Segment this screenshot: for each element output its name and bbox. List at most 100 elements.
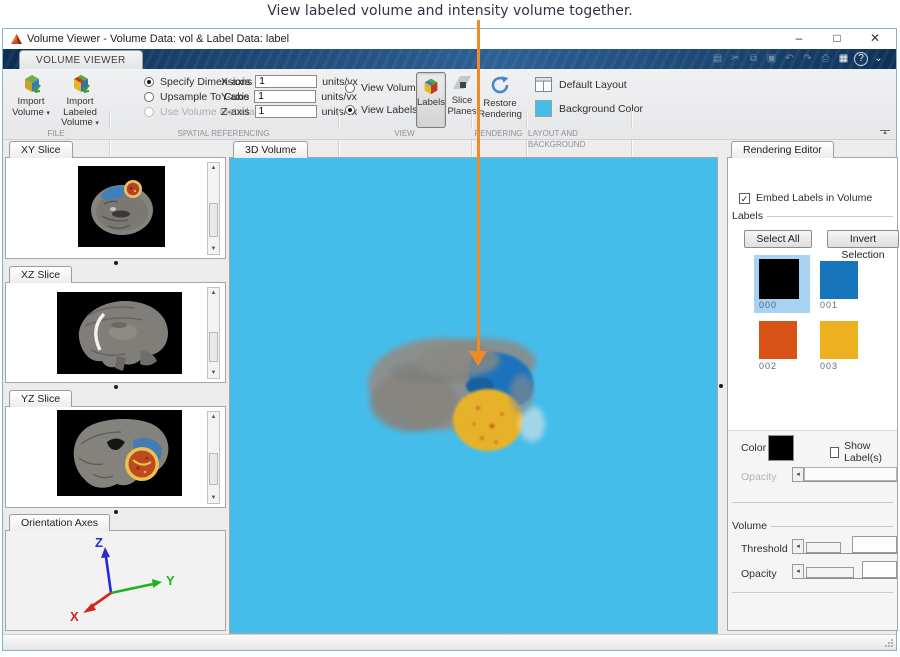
help-icon[interactable]: ? xyxy=(854,52,868,66)
opacity-thumb-low[interactable] xyxy=(806,567,854,578)
color-label: Color xyxy=(741,442,766,454)
z-axis-input[interactable] xyxy=(255,105,317,118)
volume-3d-panel[interactable] xyxy=(229,157,718,634)
qat-dropdown-icon[interactable]: ⌄ xyxy=(871,52,886,66)
tab-yz-slice[interactable]: YZ Slice xyxy=(9,390,72,407)
threshold-thumb-low[interactable] xyxy=(806,542,841,553)
x-axis-input[interactable] xyxy=(255,75,317,88)
window-title: Volume Viewer - Volume Data: vol & Label… xyxy=(27,29,289,49)
import-labeled-label-1: Import Labeled xyxy=(53,97,107,118)
xy-slice-image[interactable] xyxy=(78,166,165,247)
redo-icon[interactable]: ↷ xyxy=(800,52,815,66)
scroll-up-icon[interactable]: ▲ xyxy=(208,163,219,173)
rendering-editor-panel: ✓ Embed Labels in Volume Labels Select A… xyxy=(727,157,898,631)
slider-left-arrow-icon[interactable]: ◂ xyxy=(792,467,804,482)
scroll-up-icon[interactable]: ▲ xyxy=(208,412,219,422)
yz-slice-scrollbar[interactable]: ▲ ▼ xyxy=(207,411,220,504)
label-id-003: 003 xyxy=(820,361,838,371)
save-icon[interactable]: ▤ xyxy=(710,52,725,66)
tab-3d-volume[interactable]: 3D Volume xyxy=(233,141,308,158)
scroll-down-icon[interactable]: ▼ xyxy=(208,493,219,503)
checkbox-checked-icon: ✓ xyxy=(739,193,750,204)
threshold-slider[interactable]: ◂ xyxy=(792,536,897,554)
quick-access-toolbar: ▤ ✂ ⧉ ▣ ↶ ↷ ⎙ ▦ ? ⌄ xyxy=(710,52,886,66)
cut-icon[interactable]: ✂ xyxy=(728,52,743,66)
label-swatch-002[interactable] xyxy=(759,321,797,359)
default-layout-button[interactable]: Default Layout xyxy=(535,77,627,92)
tab-rendering-editor[interactable]: Rendering Editor xyxy=(731,141,834,158)
orientation-axes-figure[interactable] xyxy=(8,533,225,628)
tab-xy-slice[interactable]: XY Slice xyxy=(9,141,73,158)
tab-orientation-axes[interactable]: Orientation Axes xyxy=(9,514,110,531)
splitter-handle[interactable] xyxy=(114,385,118,389)
splitter-handle[interactable] xyxy=(114,261,118,265)
current-color-swatch[interactable] xyxy=(768,435,794,461)
annotation-arrow-line xyxy=(477,20,480,352)
resize-grip[interactable] xyxy=(884,638,893,647)
maximize-button[interactable]: □ xyxy=(818,29,856,49)
y-axis-input[interactable] xyxy=(254,90,316,103)
ribbon: Import Volume ▾ Import Labeled Volume ▾ … xyxy=(3,69,896,128)
dropdown-icon: ▾ xyxy=(46,110,50,117)
embed-labels-checkbox[interactable]: ✓ Embed Labels in Volume xyxy=(739,192,872,204)
radio-view-labels[interactable]: View Labels xyxy=(345,104,417,116)
yz-slice-image[interactable] xyxy=(57,410,182,496)
tab-xz-slice[interactable]: XZ Slice xyxy=(9,266,72,283)
restore-rendering-icon xyxy=(488,73,512,97)
divider xyxy=(732,592,893,593)
slider-left-arrow-icon[interactable]: ◂ xyxy=(792,539,804,554)
show-labels-checkbox[interactable]: Show Label(s) xyxy=(830,440,897,464)
x-axis-label: X-axis xyxy=(221,76,250,88)
threshold-thumb-high[interactable] xyxy=(852,536,897,553)
splitter-handle[interactable] xyxy=(719,384,723,388)
slice-planes-icon xyxy=(450,73,474,94)
copy-icon[interactable]: ⧉ xyxy=(746,52,761,66)
xy-slice-scrollbar[interactable]: ▲ ▼ xyxy=(207,162,220,255)
invert-selection-button[interactable]: Invert Selection xyxy=(827,230,899,248)
print-icon[interactable]: ⎙ xyxy=(818,52,833,66)
background-color-button[interactable]: Background Color xyxy=(535,100,643,117)
volume-opacity-slider[interactable]: ◂ xyxy=(792,561,897,579)
restore-rendering-button[interactable]: Restore Rendering xyxy=(477,73,523,120)
import-labeled-volume-icon xyxy=(68,73,92,95)
labels-toggle-button[interactable]: Labels xyxy=(416,72,446,128)
scroll-down-icon[interactable]: ▼ xyxy=(208,368,219,378)
label-swatch-001[interactable] xyxy=(820,261,858,299)
opacity-thumb-high[interactable] xyxy=(862,561,897,578)
label-opacity-label: Opacity xyxy=(741,471,777,483)
labels-cube-icon xyxy=(420,76,442,96)
radio-icon xyxy=(144,77,154,87)
scrollbar-thumb[interactable] xyxy=(209,453,218,485)
import-volume-button[interactable]: Import Volume ▾ xyxy=(9,73,53,119)
slider-left-arrow-icon[interactable]: ◂ xyxy=(792,564,804,579)
paste-icon[interactable]: ▣ xyxy=(764,52,779,66)
label-opacity-slider[interactable]: ◂ xyxy=(792,464,897,482)
label-swatch-003[interactable] xyxy=(820,321,858,359)
close-button[interactable]: ✕ xyxy=(856,29,894,49)
scroll-up-icon[interactable]: ▲ xyxy=(208,288,219,298)
minimize-button[interactable]: – xyxy=(780,29,818,49)
collapse-ribbon-icon[interactable]: ▲ xyxy=(880,130,890,136)
slice-planes-label-2: Planes xyxy=(447,107,476,118)
select-all-button[interactable]: Select All xyxy=(744,230,812,248)
scroll-down-icon[interactable]: ▼ xyxy=(208,244,219,254)
scrollbar-thumb[interactable] xyxy=(209,332,218,362)
layout-icon[interactable]: ▦ xyxy=(836,52,851,66)
volume-group-header: Volume xyxy=(732,520,893,532)
slice-planes-button[interactable]: Slice Planes xyxy=(447,73,477,117)
section-label-view: VIEW xyxy=(338,128,471,139)
tab-volume-viewer[interactable]: VOLUME VIEWER xyxy=(19,50,143,70)
label-swatch-000[interactable] xyxy=(759,259,799,299)
splitter-handle[interactable] xyxy=(114,510,118,514)
radio-view-volume[interactable]: View Volume xyxy=(345,82,422,94)
background-color-swatch xyxy=(535,100,552,117)
z-axis-label: Z-axis xyxy=(221,106,250,118)
scrollbar-thumb[interactable] xyxy=(209,203,218,237)
xz-slice-scrollbar[interactable]: ▲ ▼ xyxy=(207,287,220,379)
import-labeled-volume-button[interactable]: Import Labeled Volume ▾ xyxy=(53,73,107,130)
brain-volume-render[interactable] xyxy=(362,330,572,470)
label-id-001: 001 xyxy=(820,300,838,310)
annotation-arrow-head xyxy=(469,351,487,366)
xz-slice-image[interactable] xyxy=(57,292,182,374)
undo-icon[interactable]: ↶ xyxy=(782,52,797,66)
